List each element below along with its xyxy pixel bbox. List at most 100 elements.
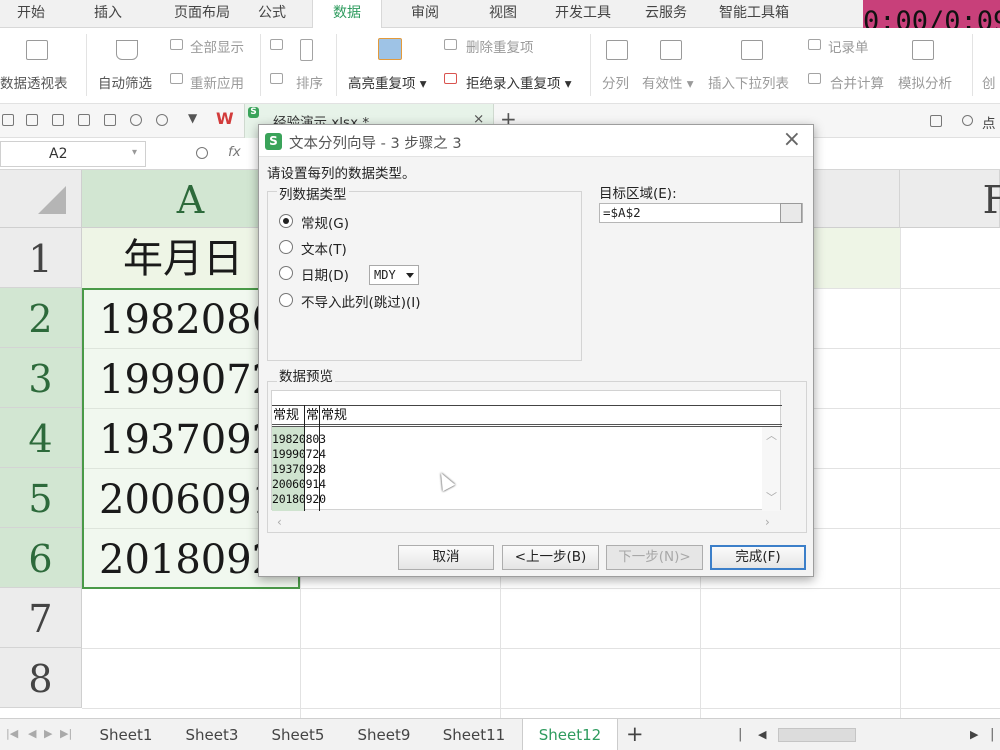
name-box[interactable]: A2 <box>0 141 146 167</box>
radio-date-label[interactable]: 日期(D) <box>301 264 349 284</box>
row-header-3[interactable]: 3 <box>0 348 82 408</box>
what-if-button[interactable]: 模拟分析 <box>898 72 952 92</box>
autofilter-button[interactable]: 自动筛选 <box>98 72 152 92</box>
split-columns-button[interactable]: 分列 <box>602 72 629 92</box>
create-button-partial[interactable]: 创 <box>982 72 996 92</box>
name-box-dropdown-icon[interactable]: ▾ <box>132 147 137 158</box>
print-preview-icon[interactable] <box>104 114 116 126</box>
hscroll-right-icon[interactable]: ▶ <box>970 728 978 741</box>
hscroll-left-icon[interactable]: ◀ <box>758 728 766 741</box>
wps-logo-icon[interactable]: W <box>216 109 234 128</box>
horizontal-scrollbar-thumb[interactable] <box>778 728 856 742</box>
row-header-2[interactable]: 2 <box>0 288 82 348</box>
first-sheet-icon[interactable]: |◀ <box>6 727 18 740</box>
scroll-right-icon[interactable]: | <box>990 726 995 742</box>
pivot-table-button[interactable]: 数据透视表 <box>0 72 68 92</box>
row-header-5[interactable]: 5 <box>0 468 82 528</box>
redo-icon[interactable] <box>156 114 168 126</box>
sheet-tab-sheet3[interactable]: Sheet3 <box>170 719 254 750</box>
row-header-6[interactable]: 6 <box>0 528 82 588</box>
sort-button[interactable]: 排序 <box>296 72 323 92</box>
radio-general-label[interactable]: 常规(G) <box>301 212 349 232</box>
tab-formulas[interactable]: 公式 <box>248 0 296 28</box>
print-icon[interactable] <box>78 114 90 126</box>
row-header-8[interactable]: 8 <box>0 648 82 708</box>
radio-skip[interactable] <box>279 293 293 307</box>
finish-button[interactable]: 完成(F) <box>710 545 806 570</box>
dialog-title-bar[interactable]: S 文本分列向导 - 3 步骤之 3 × <box>259 125 813 157</box>
search-box-partial[interactable]: 点 <box>982 112 996 132</box>
sheet-tab-sheet1[interactable]: Sheet1 <box>84 719 168 750</box>
chevron-up-icon[interactable]: ︿ <box>766 427 777 443</box>
row-header-1[interactable]: 1 <box>0 228 82 288</box>
preview-header-1[interactable]: 常规 <box>273 406 299 426</box>
date-format-select[interactable]: MDY <box>369 265 419 285</box>
preview-scroll-left-icon[interactable]: ‹ <box>277 515 282 529</box>
zoom-icon[interactable] <box>196 147 208 159</box>
prev-sheet-icon[interactable]: ◀ <box>28 727 36 740</box>
scroll-left-icon[interactable]: | <box>738 726 743 742</box>
more-dropdown-icon[interactable]: ▼ <box>188 111 197 125</box>
select-all-corner[interactable] <box>0 170 82 228</box>
radio-skip-label[interactable]: 不导入此列(跳过)(I) <box>301 291 421 311</box>
search-icon[interactable] <box>962 115 973 126</box>
tab-developer[interactable]: 开发工具 <box>548 0 618 28</box>
tab-review[interactable]: 审阅 <box>400 0 450 28</box>
range-picker-icon[interactable] <box>780 203 802 223</box>
radio-text-label[interactable]: 文本(T) <box>301 238 347 258</box>
sheet-tab-sheet12[interactable]: Sheet12 <box>522 719 618 750</box>
reject-duplicates-button[interactable]: 拒绝录入重复项 ▾ <box>466 72 572 92</box>
preview-header-3[interactable]: 常规 <box>321 406 347 426</box>
open-icon[interactable] <box>2 114 14 126</box>
tab-view[interactable]: 视图 <box>478 0 528 28</box>
radio-date[interactable] <box>279 266 293 280</box>
undo-icon[interactable] <box>130 114 142 126</box>
preview-header-2[interactable]: 常 <box>306 406 319 426</box>
preview-header-row: 常规 常 常规 <box>272 405 782 427</box>
divider <box>972 34 973 96</box>
tab-data[interactable]: 数据 <box>312 0 382 29</box>
insert-dropdown-button[interactable]: 插入下拉列表 <box>708 72 789 92</box>
radio-general[interactable] <box>279 214 293 228</box>
add-sheet-icon[interactable]: + <box>626 722 644 746</box>
highlight-duplicates-button[interactable]: 高亮重复项 ▾ <box>348 72 427 92</box>
last-sheet-icon[interactable]: ▶| <box>60 727 72 740</box>
show-all-button[interactable]: 全部显示 <box>190 36 244 56</box>
export-icon[interactable] <box>52 114 64 126</box>
row-header-7[interactable]: 7 <box>0 588 82 648</box>
save-icon[interactable] <box>26 114 38 126</box>
tab-home[interactable]: 开始 <box>0 0 62 28</box>
sheet-tab-sheet11[interactable]: Sheet11 <box>428 719 520 750</box>
tab-insert[interactable]: 插入 <box>78 0 138 28</box>
merge-calc-button[interactable]: 合并计算 <box>830 72 884 92</box>
radio-text[interactable] <box>279 240 293 254</box>
sort-desc-icon <box>270 73 283 84</box>
next-sheet-icon[interactable]: ▶ <box>44 727 52 740</box>
row-header-4[interactable]: 4 <box>0 408 82 468</box>
tab-page-layout[interactable]: 页面布局 <box>150 0 254 28</box>
preview-vertical-scrollbar[interactable]: ︿ ﹀ <box>762 427 780 511</box>
preview-scroll-right-icon[interactable]: › <box>765 515 770 529</box>
column-header-f[interactable]: F <box>900 170 1000 228</box>
fx-button[interactable]: fx <box>228 144 241 160</box>
chevron-down-icon <box>406 273 414 278</box>
chevron-down-icon[interactable]: ﹀ <box>766 489 777 505</box>
tab-cloud[interactable]: 云服务 <box>637 0 695 28</box>
sheet-tab-sheet5[interactable]: Sheet5 <box>256 719 340 750</box>
reapply-button[interactable]: 重新应用 <box>190 72 244 92</box>
cancel-button[interactable]: 取消 <box>398 545 494 570</box>
wps-sheet-icon: S <box>265 133 282 150</box>
close-icon[interactable]: × <box>783 127 801 153</box>
next-step-button[interactable]: 下一步(N)> <box>606 545 703 570</box>
prev-step-button[interactable]: <上一步(B) <box>502 545 599 570</box>
remove-duplicates-button[interactable]: 删除重复项 <box>466 36 534 56</box>
gridline <box>82 648 1000 649</box>
tab-smart-tools[interactable]: 智能工具箱 <box>712 0 796 28</box>
feedback-icon[interactable] <box>930 115 942 127</box>
sheet-tab-sheet9[interactable]: Sheet9 <box>342 719 426 750</box>
show-all-icon <box>170 39 183 50</box>
validity-button[interactable]: 有效性 ▾ <box>642 72 694 92</box>
target-range-input[interactable]: =$A$2 <box>599 203 803 223</box>
ribbon: 数据透视表 自动筛选 全部显示 重新应用 排序 高亮重复项 ▾ 删除重复项 拒绝… <box>0 28 1000 104</box>
record-form-button[interactable]: 记录单 <box>828 36 869 56</box>
